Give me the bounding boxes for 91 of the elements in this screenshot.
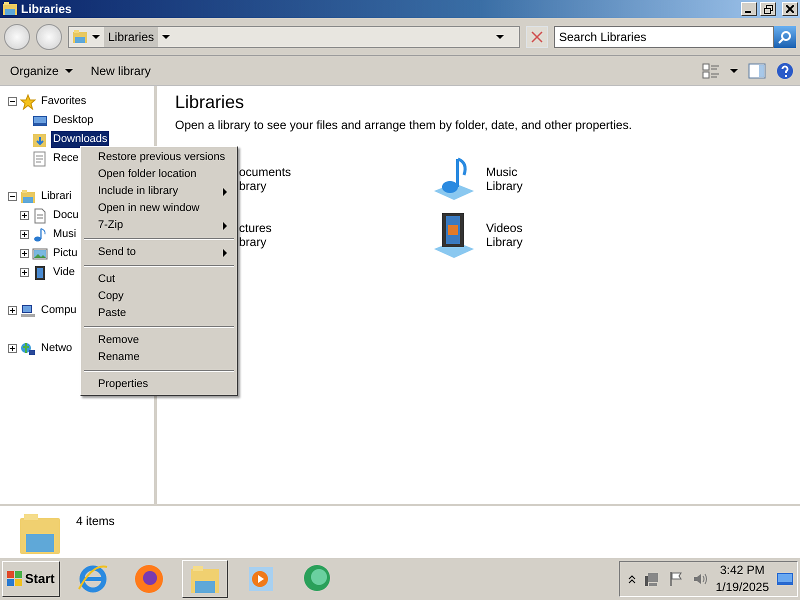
menu-item[interactable]: Copy <box>83 288 235 305</box>
library-name[interactable]: Videos <box>486 220 523 235</box>
back-button[interactable] <box>4 24 30 50</box>
stop-button[interactable] <box>526 26 548 48</box>
breadcrumb-caret-icon[interactable] <box>92 34 100 38</box>
expand-icon[interactable] <box>20 249 29 258</box>
view-options-icon[interactable] <box>702 62 720 78</box>
close-icon <box>531 30 543 42</box>
library-name[interactable]: ctures <box>239 220 272 235</box>
menu-item[interactable]: Cut <box>83 271 235 288</box>
network-icon <box>20 340 36 356</box>
network-status-icon[interactable] <box>644 571 660 587</box>
tree-item[interactable]: Librari <box>39 188 74 205</box>
menu-item[interactable]: Remove <box>83 332 235 349</box>
page-heading: Libraries <box>175 92 246 114</box>
search-field[interactable]: Search Libraries <box>554 26 774 48</box>
tree-item[interactable]: Netwo <box>39 340 74 357</box>
library-folder-icon <box>18 512 62 556</box>
folder-icon <box>188 563 221 595</box>
recent-places-icon <box>32 150 48 166</box>
library-name[interactable]: Music <box>486 164 523 179</box>
restore-button[interactable] <box>760 2 776 16</box>
toolbar-button[interactable]: New library <box>86 60 155 82</box>
library-name[interactable]: ocuments <box>239 164 292 179</box>
document-icon <box>32 208 48 224</box>
preview-pane-icon[interactable] <box>748 62 766 78</box>
windows-logo-icon <box>7 571 23 587</box>
tree-item[interactable]: Desktop <box>51 112 96 129</box>
start-button[interactable]: Start <box>2 561 60 597</box>
expand-icon[interactable] <box>20 230 29 239</box>
menu-item[interactable]: Open folder location <box>83 166 235 183</box>
tree-item[interactable]: Docu <box>51 207 81 224</box>
close-icon <box>786 5 794 13</box>
library-type: Library <box>486 234 523 249</box>
search-icon <box>778 30 792 44</box>
library-type: brary <box>239 178 268 193</box>
expand-icon[interactable] <box>8 306 17 315</box>
collapse-icon[interactable] <box>8 97 17 106</box>
close-button[interactable] <box>782 2 798 16</box>
flag-icon[interactable] <box>668 571 684 587</box>
expand-icon[interactable] <box>20 268 29 277</box>
film-icon <box>32 264 48 280</box>
toolbar-button[interactable]: Organize <box>6 60 77 82</box>
menu-item[interactable]: Restore previous versions <box>83 149 235 166</box>
tree-item[interactable]: Vide <box>51 264 77 281</box>
history-caret-icon[interactable] <box>496 34 504 38</box>
window-title: Libraries <box>21 1 73 18</box>
caret-icon[interactable] <box>162 34 170 38</box>
library-type: brary <box>239 234 268 249</box>
chevron-up-icon[interactable] <box>628 574 636 584</box>
help-icon[interactable] <box>776 62 794 80</box>
forward-button[interactable] <box>36 24 62 50</box>
collapse-icon[interactable] <box>8 192 17 201</box>
computer-icon <box>20 302 36 318</box>
browser-e-icon <box>76 563 109 595</box>
tree-item[interactable]: Rece <box>51 150 81 167</box>
minimize-button[interactable] <box>741 2 757 16</box>
menu-item[interactable]: Send to <box>83 244 235 261</box>
page-description: Open a library to see your files and arrange them by folder, date, and other properties. <box>175 116 633 134</box>
item-count: 4 items <box>76 513 115 530</box>
menu-item[interactable]: Include in library <box>83 183 235 200</box>
menu-item[interactable]: Properties <box>83 376 235 393</box>
clock-time: 3:42 PM <box>718 562 766 579</box>
expand-icon[interactable] <box>8 344 17 353</box>
menu-item[interactable]: Rename <box>83 349 235 366</box>
tree-item[interactable]: Pictu <box>51 245 80 262</box>
star-icon <box>20 94 36 110</box>
tree-item[interactable]: Musi <box>51 226 78 243</box>
menu-item[interactable]: Paste <box>83 305 235 322</box>
restore-icon <box>764 4 772 14</box>
taskbar-button[interactable] <box>182 560 228 598</box>
music-note-icon <box>32 226 48 242</box>
menu-item[interactable]: 7-Zip <box>83 217 235 234</box>
library-type: Library <box>486 178 523 193</box>
clock-date: 1/19/2025 <box>716 579 769 596</box>
pictures-icon <box>32 246 48 262</box>
tree-item[interactable]: Compu <box>39 302 78 319</box>
tree-item[interactable]: Downloads <box>51 131 110 148</box>
address-bar[interactable]: Libraries <box>68 26 520 48</box>
downloads-folder-icon <box>32 132 48 148</box>
view-caret-icon[interactable] <box>730 68 738 72</box>
tree-item[interactable]: Favorites <box>39 93 88 110</box>
window-icon <box>2 1 18 17</box>
location-icon <box>72 28 88 44</box>
library-icon <box>20 188 36 204</box>
menu-item[interactable]: Open in new window <box>83 200 235 217</box>
volume-icon[interactable] <box>692 571 708 587</box>
expand-icon[interactable] <box>20 211 29 220</box>
show-desktop-icon[interactable] <box>777 572 793 586</box>
breadcrumb-button[interactable]: Libraries <box>104 26 158 46</box>
search-button[interactable] <box>774 26 796 48</box>
